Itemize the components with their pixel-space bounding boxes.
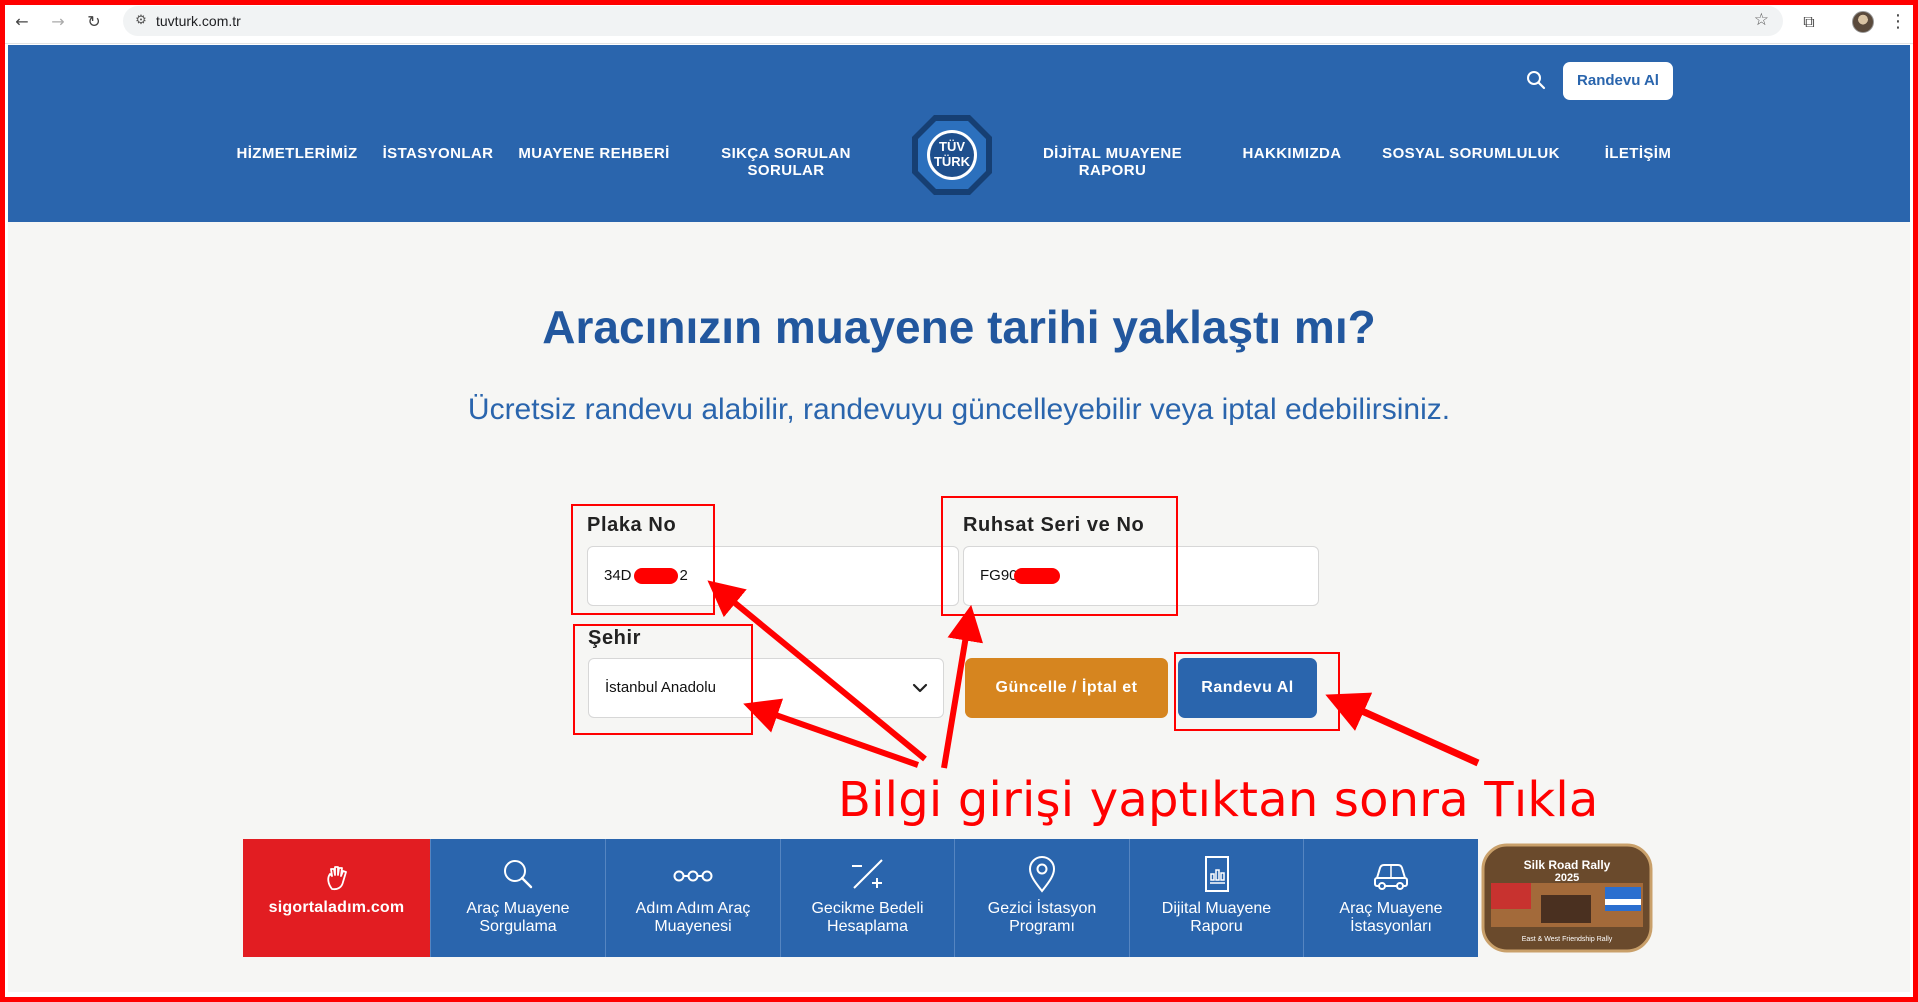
silk-road-rally-badge[interactable]: Silk Road Rally 2025 East & West Friends… [1481,843,1653,953]
badge-title: Silk Road Rally [1524,858,1611,872]
badge-year: 2025 [1555,872,1579,884]
tile-label-2: Hesaplama [827,918,908,935]
plate-annotation-box [571,504,715,615]
button-annotation-box [1174,652,1340,731]
tile-label-2: Sorgulama [479,918,557,935]
sigortaladim-label: sigortaladım.com [268,899,405,916]
search-icon [504,860,533,889]
license-annotation-box [941,496,1178,616]
browser-toolbar: ← → ↻ ⚙ tuvturk.com.tr ☆ ⧉ ⋮ [0,0,1918,44]
tile-late-fee[interactable]: Gecikme Bedeli Hesaplama [780,839,954,957]
page-subtitle: Ücretsiz randevu alabilir, randevuyu gün… [467,393,1451,426]
logo-text-2: TÜRK [934,154,971,169]
url-text[interactable]: tuvturk.com.tr [156,13,241,29]
tile-inspection-query[interactable]: Araç Muayene Sorgulama [430,839,605,957]
tile-label-1: Araç Muayene [466,900,570,917]
nav-stations[interactable]: İSTASYONLAR [379,145,497,162]
nav-inspection-guide[interactable]: MUAYENE REHBERİ [512,145,676,162]
annotation-instruction: Bilgi girişi yaptıktan sonra Tıkla [838,772,1599,828]
car-icon [1374,864,1408,890]
back-icon[interactable]: ← [10,10,34,34]
tile-label-1: Gecikme Bedeli [811,900,924,917]
nav-digital-report[interactable]: DİJİTAL MUAYENE RAPORU [1030,145,1195,179]
tile-label-2: Programı [1009,918,1075,935]
badge-subtitle: East & West Friendship Rally [1522,936,1613,943]
tuvturk-logo[interactable]: TÜV TÜRK [910,113,994,197]
location-pin-icon [1028,856,1056,893]
tile-label-1: Adım Adım Araç [635,900,751,917]
header-appointment-button[interactable]: Randevu Al [1563,62,1673,100]
address-bar[interactable]: ⚙ tuvturk.com.tr ☆ [123,6,1783,36]
nav-faq[interactable]: SIKÇA SORULAN SORULAR [708,145,864,179]
nav-services[interactable]: HİZMETLERİMİZ [232,145,362,162]
tile-label-2: Raporu [1190,918,1243,935]
chevron-down-icon [912,683,928,693]
update-cancel-button[interactable]: Güncelle / İptal et [965,658,1168,718]
tile-label-1: Gezici İstasyon [987,900,1097,917]
tile-label-2: Muayenesi [654,918,732,935]
steps-icon [673,870,713,882]
city-annotation-box [573,624,753,735]
extensions-icon[interactable]: ⧉ [1797,10,1821,34]
tile-label-1: Araç Muayene [1339,900,1443,917]
menu-icon[interactable]: ⋮ [1886,10,1910,34]
tile-label-1: Dijital Muayene [1161,900,1272,917]
nav-about[interactable]: HAKKIMIZDA [1232,145,1352,162]
hand-wave-icon [327,866,347,891]
search-icon[interactable] [1526,70,1546,90]
tile-inspection-stations[interactable]: Araç Muayene İstasyonları [1303,839,1478,957]
nav-social-responsibility[interactable]: SOSYAL SORUMLULUK [1376,145,1566,162]
page-title: Aracınızın muayene tarihi yaklaştı mı? [542,301,1376,353]
logo-text-1: TÜV [939,139,965,154]
nav-contact[interactable]: İLETİŞİM [1592,145,1684,162]
tile-label-2: İstasyonları [1350,918,1432,935]
reload-icon[interactable]: ↻ [82,10,106,34]
tile-digital-report[interactable]: Dijital Muayene Raporu [1129,839,1303,957]
tile-mobile-station[interactable]: Gezici İstasyon Programı [954,839,1129,957]
sigortaladim-tile[interactable]: sigortaladım.com [243,839,430,957]
profile-avatar[interactable] [1852,11,1874,33]
site-settings-icon[interactable]: ⚙ [131,11,151,31]
forward-icon[interactable]: → [46,10,70,34]
report-icon [1205,856,1229,892]
late-fee-icon [852,859,883,889]
star-icon[interactable]: ☆ [1754,10,1769,30]
tile-step-by-step[interactable]: Adım Adım Araç Muayenesi [605,839,780,957]
